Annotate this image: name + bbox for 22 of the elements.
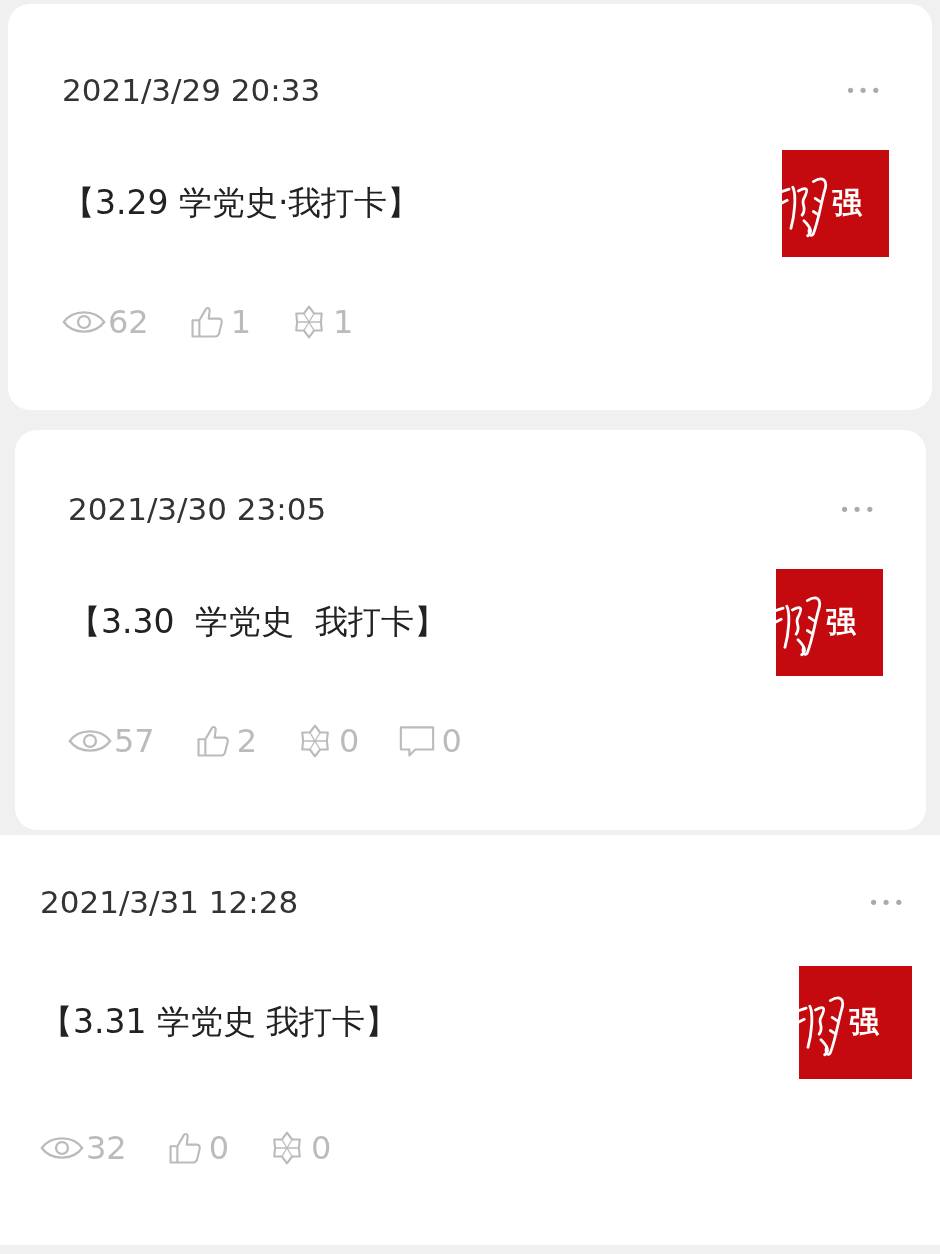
stat-count: 0: [441, 722, 462, 760]
post-title[interactable]: 【3.29 学党史·我打卡】: [62, 181, 421, 226]
stat-count: 0: [311, 1129, 332, 1167]
post-time: 2021/3/29 20:33: [62, 72, 321, 108]
stat-count: 0: [339, 722, 360, 760]
stat-count: 57: [114, 722, 155, 760]
logo-text: 强: [826, 603, 856, 641]
stat-count: 2: [236, 722, 258, 760]
post-time: 2021/3/31 12:28: [40, 884, 299, 920]
post-title[interactable]: 【3.31 学党史 我打卡】: [40, 1000, 399, 1045]
stat-count: 1: [230, 303, 252, 341]
post-card[interactable]: 2021/3/29 20:33 ••• 【3.29 学党史·我打卡】 强 62 1 1: [8, 4, 932, 410]
stat-count: 62: [108, 303, 149, 341]
post-card[interactable]: 2021/3/30 23:05 ••• 【3.30 学党史 我打卡】 强 57 2 0 0: [15, 430, 926, 830]
stat-count: 0: [208, 1129, 230, 1167]
stat-count: 32: [86, 1129, 127, 1167]
post-card[interactable]: 2021/3/31 12:28 ••• 【3.31 学党史 我打卡】 强 32 0 0: [0, 835, 940, 1245]
logo-text: 强: [849, 1003, 879, 1041]
stat-count: 1: [333, 303, 354, 341]
post-title[interactable]: 【3.30 学党史 我打卡】: [68, 600, 448, 645]
post-time: 2021/3/30 23:05: [68, 491, 327, 527]
logo-text: 强: [832, 184, 862, 222]
